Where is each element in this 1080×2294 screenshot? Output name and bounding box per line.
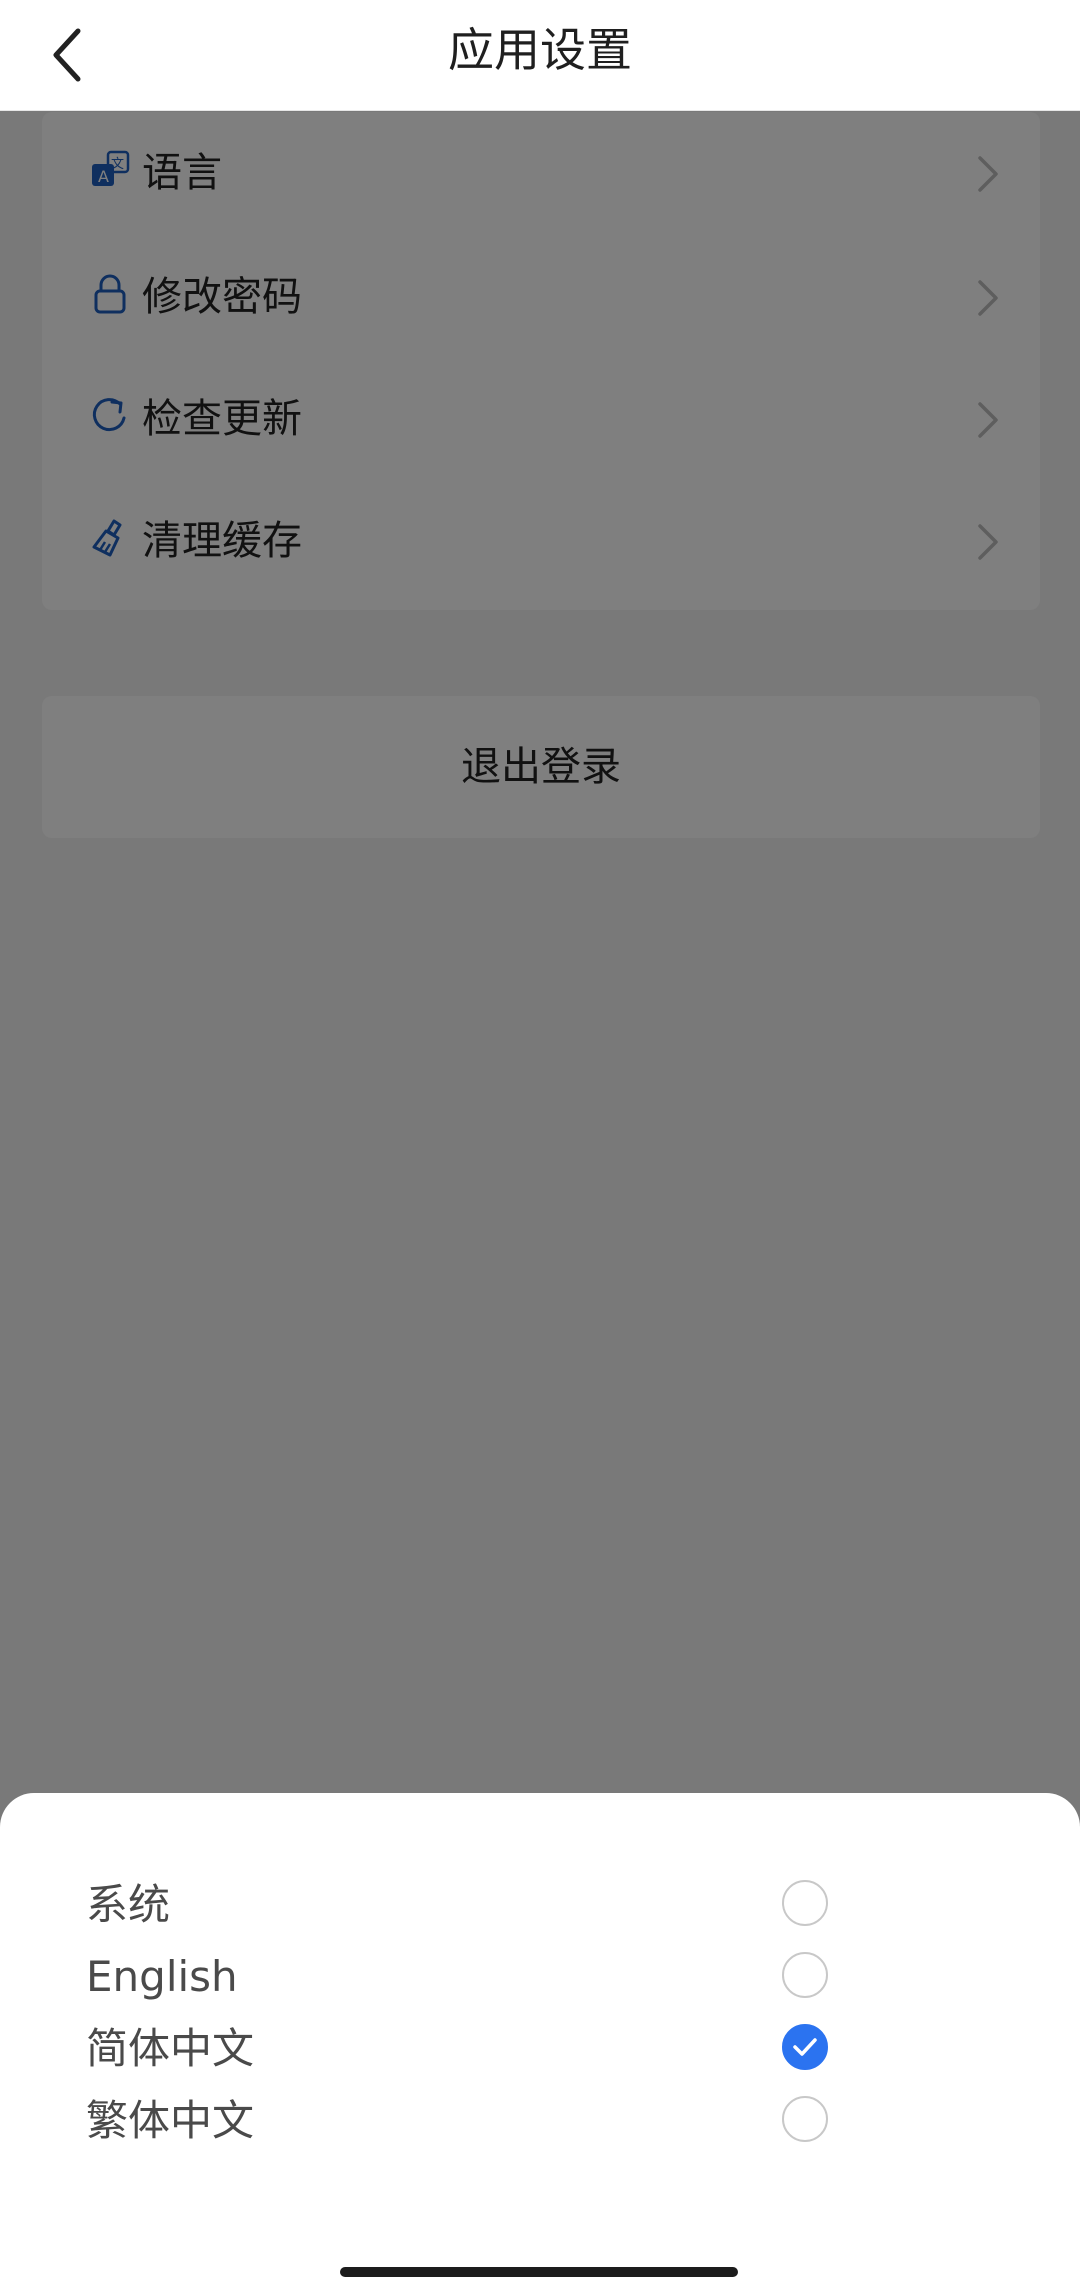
language-option-traditional-chinese[interactable]: 繁体中文: [0, 2085, 1080, 2157]
language-bottom-sheet: 系统 English 简体中文 繁体中文: [0, 1793, 1080, 2294]
option-label: 繁体中文: [86, 2096, 255, 2145]
option-label: 简体中文: [86, 2024, 255, 2073]
radio-button[interactable]: [782, 1880, 828, 1926]
language-option-simplified-chinese[interactable]: 简体中文: [0, 2013, 1080, 2085]
radio-button[interactable]: [782, 2096, 828, 2142]
checkmark-icon: [793, 2038, 817, 2056]
page-title: 应用设置: [448, 23, 632, 77]
radio-button[interactable]: [782, 1952, 828, 1998]
language-option-system[interactable]: 系统: [0, 1869, 1080, 1941]
language-option-english[interactable]: English: [0, 1941, 1080, 2013]
option-label: 系统: [86, 1880, 171, 1929]
radio-button-checked[interactable]: [782, 2024, 828, 2070]
app-header: 应用设置: [0, 0, 1080, 111]
home-indicator: [340, 2267, 738, 2277]
option-label: English: [86, 1952, 238, 2001]
